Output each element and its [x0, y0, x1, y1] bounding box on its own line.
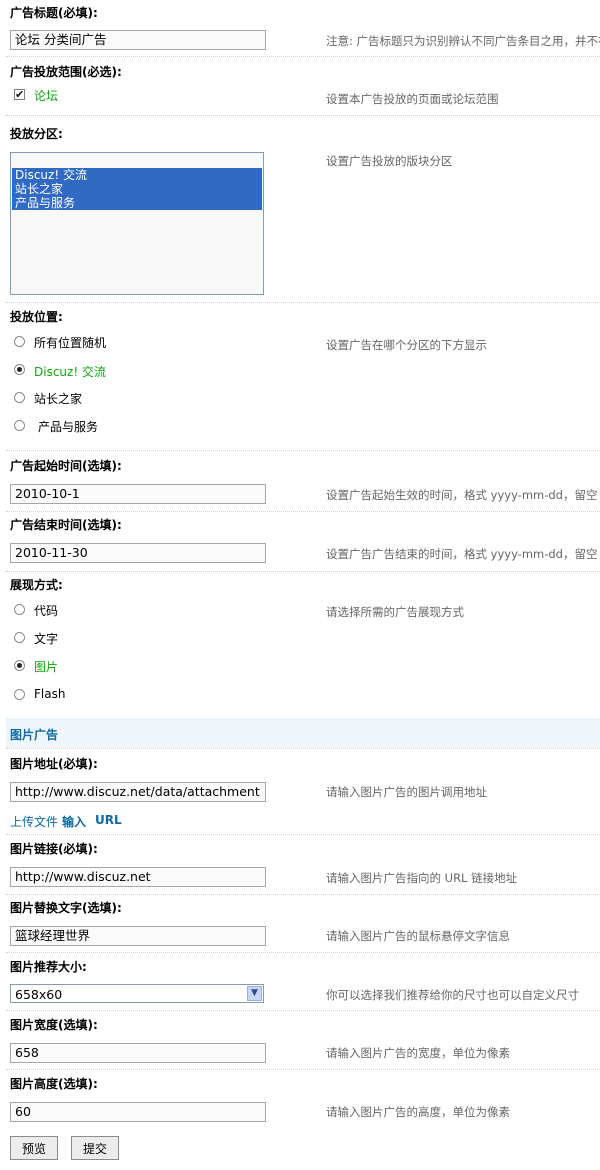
position-option-label: 所有位置随机	[34, 336, 107, 350]
divider	[6, 952, 600, 953]
image-alt-input[interactable]: 篮球经理世界	[10, 926, 266, 946]
display-option-label: Flash	[34, 687, 66, 701]
title-label: 广告标题(必填):	[10, 6, 98, 20]
display-radio-code[interactable]	[14, 604, 25, 615]
image-width-tip: 请输入图片广告的宽度，单位为像素	[326, 1046, 510, 1060]
preview-button[interactable]: 预览	[10, 1136, 58, 1160]
image-section-title: 图片广告	[10, 728, 59, 742]
url-link[interactable]: URL	[95, 813, 122, 827]
zones-tip: 设置广告投放的版块分区	[326, 154, 453, 168]
image-size-value: 658x60	[15, 987, 63, 1002]
image-link-input[interactable]: http://www.discuz.net	[10, 867, 266, 887]
image-width-input[interactable]: 658	[10, 1043, 266, 1063]
position-radio-2[interactable]	[14, 392, 25, 403]
image-link-label: 图片链接(必填):	[10, 842, 98, 856]
zone-option[interactable]: 产品与服务	[12, 196, 262, 210]
scope-label: 广告投放范围(必选):	[10, 65, 122, 79]
divider	[6, 748, 600, 749]
image-alt-label: 图片替换文字(选填):	[10, 901, 122, 915]
image-height-tip: 请输入图片广告的高度，单位为像素	[326, 1105, 510, 1119]
divider	[6, 56, 600, 57]
image-url-label: 图片地址(必填):	[10, 757, 98, 771]
display-option-label: 代码	[34, 604, 59, 618]
zones-label: 投放分区:	[10, 127, 63, 141]
start-time-label: 广告起始时间(选填):	[10, 459, 122, 473]
scope-tip: 设置本广告投放的页面或论坛范围	[326, 92, 499, 106]
zone-option[interactable]: 站长之家	[12, 182, 262, 196]
image-height-label: 图片高度(选填):	[10, 1077, 98, 1091]
position-tip: 设置广告在哪个分区的下方显示	[326, 338, 487, 352]
image-section-header	[6, 718, 600, 748]
check-icon: ✔	[15, 88, 25, 101]
image-height-input[interactable]: 60	[10, 1102, 266, 1122]
start-time-input[interactable]: 2010-10-1	[10, 484, 266, 504]
scope-option-label: 论坛	[34, 89, 59, 103]
display-option-label: 图片	[34, 660, 59, 674]
display-radio-flash[interactable]	[14, 689, 25, 700]
position-option-label: 站长之家	[34, 392, 83, 406]
title-tip: 注意: 广告标题只为识别辨认不同广告条目之用，并不在	[326, 34, 600, 48]
image-alt-tip: 请输入图片广告的鼠标悬停文字信息	[326, 929, 510, 943]
position-label: 投放位置:	[10, 310, 63, 324]
zones-listbox[interactable]: Discuz! 交流 站长之家 产品与服务	[10, 152, 264, 295]
image-size-label: 图片推荐大小:	[10, 960, 87, 974]
end-time-input[interactable]: 2010-11-30	[10, 543, 266, 563]
position-radio-1[interactable]	[14, 364, 25, 375]
display-radio-text[interactable]	[14, 632, 25, 643]
position-radio-0[interactable]	[14, 336, 25, 347]
display-radio-image[interactable]	[14, 660, 25, 671]
end-time-label: 广告结束时间(选填):	[10, 518, 122, 532]
start-time-tip: 设置广告起始生效的时间，格式 yyyy-mm-dd，留空	[326, 488, 598, 502]
image-url-tip: 请输入图片广告的图片调用地址	[326, 785, 487, 799]
display-tip: 请选择所需的广告展现方式	[326, 605, 464, 619]
position-radio-3[interactable]	[14, 420, 25, 431]
display-label: 展现方式:	[10, 578, 63, 592]
divider	[6, 834, 600, 835]
divider	[6, 1010, 600, 1011]
chevron-down-icon[interactable]: ▼	[247, 986, 262, 1001]
input-url-link[interactable]: 输入	[62, 813, 86, 830]
image-link-tip: 请输入图片广告指向的 URL 链接地址	[326, 871, 518, 885]
divider	[6, 511, 600, 512]
position-option-label: Discuz! 交流	[34, 365, 106, 379]
divider	[6, 1069, 600, 1070]
image-size-tip: 你可以选择我们推荐给你的尺寸也可以自定义尺寸	[326, 988, 579, 1002]
divider	[6, 115, 600, 116]
ad-title-input[interactable]: 论坛 分类间广告	[10, 30, 266, 50]
divider	[6, 450, 600, 451]
image-width-label: 图片宽度(选填):	[10, 1018, 98, 1032]
divider	[6, 894, 600, 895]
divider	[6, 571, 600, 572]
zone-option[interactable]: Discuz! 交流	[12, 168, 262, 182]
image-size-select[interactable]: 658x60 ▼	[10, 984, 264, 1003]
upload-file-link[interactable]: 上传文件	[10, 813, 58, 830]
divider	[6, 302, 600, 303]
submit-button[interactable]: 提交	[71, 1136, 119, 1160]
display-option-label: 文字	[34, 632, 59, 646]
end-time-tip: 设置广告广告结束的时间，格式 yyyy-mm-dd，留空	[326, 547, 598, 561]
scope-checkbox[interactable]: ✔	[14, 89, 25, 100]
position-option-label: 产品与服务	[38, 420, 99, 434]
image-url-input[interactable]: http://www.discuz.net/data/attachment	[10, 782, 266, 802]
